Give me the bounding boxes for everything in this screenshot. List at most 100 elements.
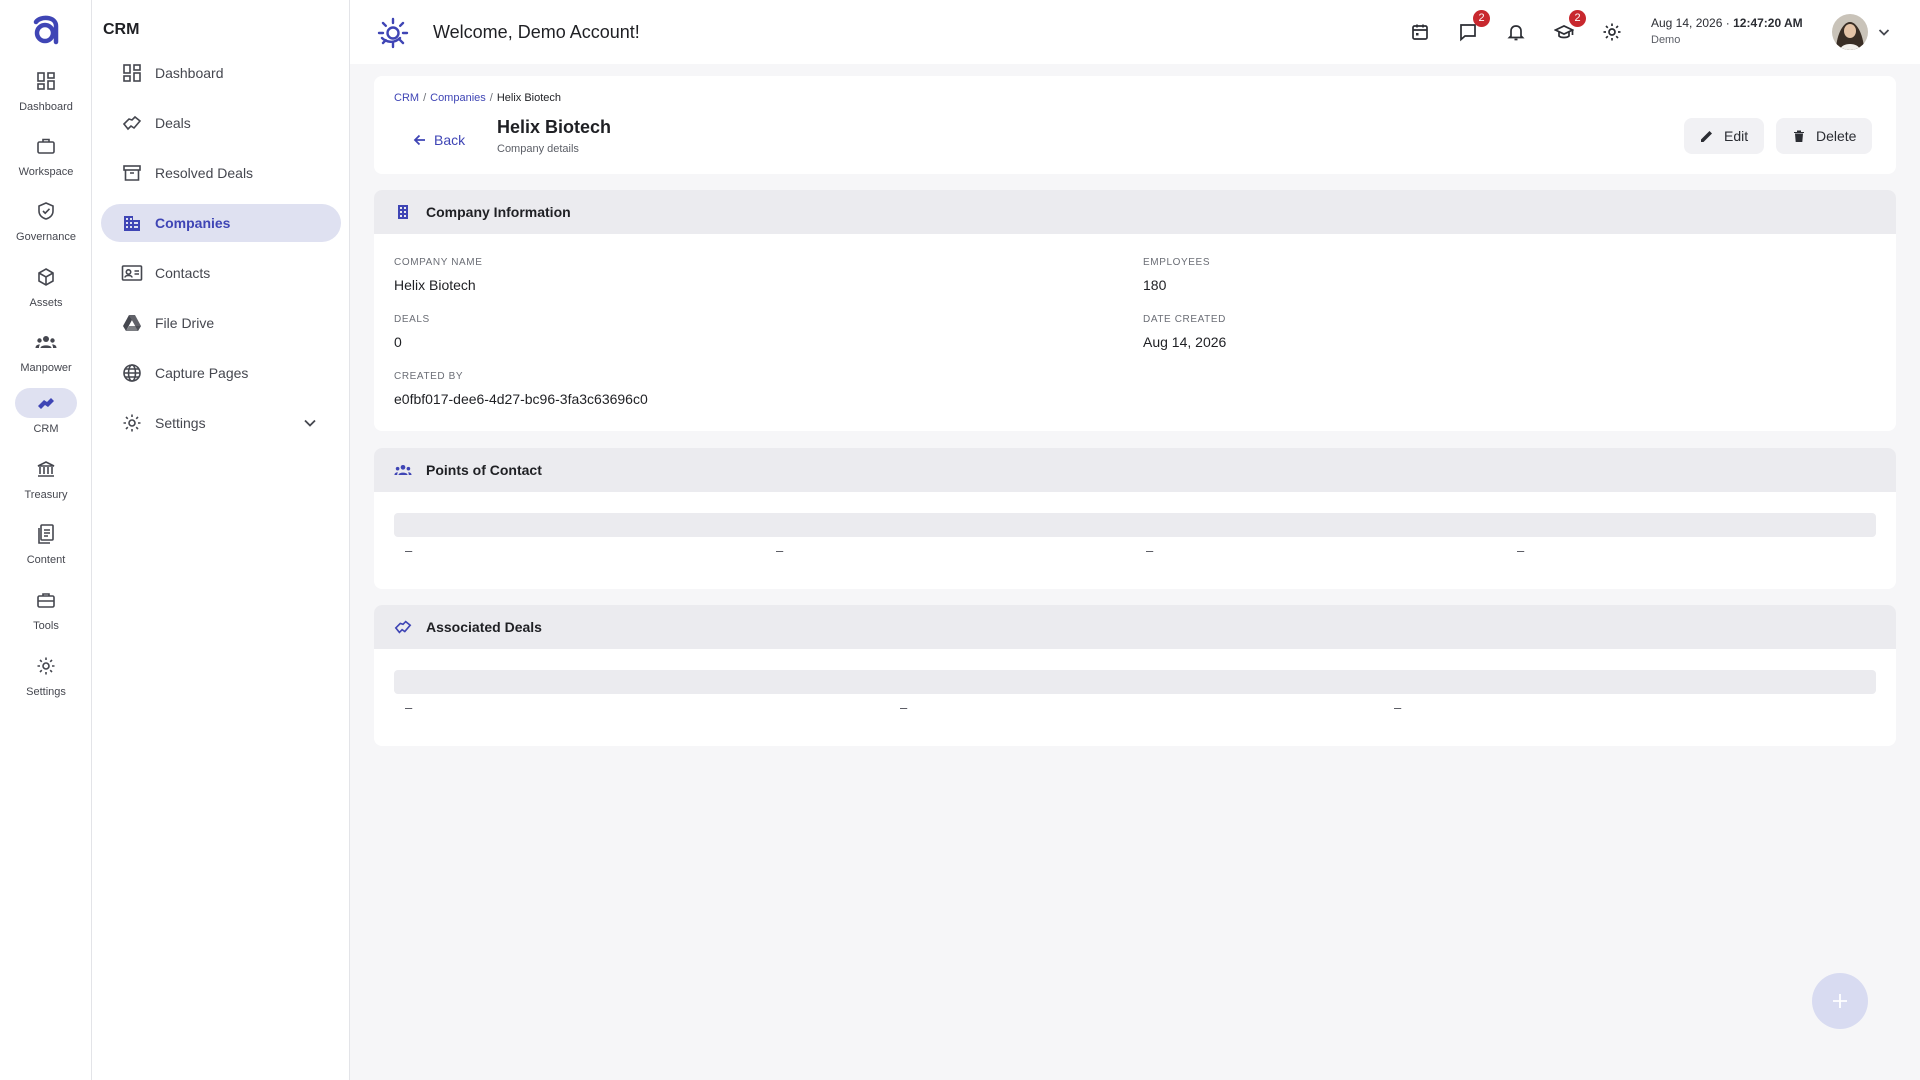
rail-item-content[interactable]: Content [0,519,92,579]
section-header: Company Information [374,190,1896,234]
handshake-icon [394,618,412,636]
calendar-button[interactable] [1406,18,1434,46]
rail-item-dashboard[interactable]: Dashboard [0,66,92,126]
rail-item-governance[interactable]: Governance [0,196,92,256]
rail-item-manpower[interactable]: Manpower [0,327,92,387]
sidebar-item-label: Dashboard [155,65,224,81]
pencil-icon [1700,129,1714,143]
rail-label: Workspace [18,166,74,178]
sidebar-item-dashboard[interactable]: Dashboard [101,54,341,92]
current-time: 12:47:20 AM [1733,16,1803,30]
field-created-by: CREATED BY e0fbf017-dee6-4d27-bc96-3fa3c… [394,371,648,407]
rail-item-tools[interactable]: Tools [0,585,92,645]
page-subtitle: Company details [497,143,579,155]
sidebar-item-resolved-deals[interactable]: Resolved Deals [101,154,341,192]
messages-button[interactable]: 2 [1454,10,1490,46]
table-cell: – [1146,543,1154,558]
sidebar-item-contacts[interactable]: Contacts [101,254,341,292]
breadcrumb-crm[interactable]: CRM [394,92,419,104]
field-value: Helix Biotech [394,277,476,293]
breadcrumb-companies[interactable]: Companies [430,92,486,104]
rail-label: CRM [33,423,59,435]
table-header [394,513,1876,537]
section-title: Company Information [426,204,571,220]
app-rail: Dashboard Workspace Governance Assets Ma… [0,0,92,1080]
dashboard-icon [121,62,143,84]
sidebar-item-capture-pages[interactable]: Capture Pages [101,354,341,392]
rail-label: Content [26,554,66,566]
breadcrumb-current: Helix Biotech [496,92,562,104]
rail-label: Manpower [20,362,72,374]
field-value: Aug 14, 2026 [1143,334,1227,350]
learning-badge: 2 [1569,10,1586,27]
drive-icon [121,312,143,334]
sidebar-item-deals[interactable]: Deals [101,104,341,142]
chevron-down-icon[interactable] [1876,24,1892,40]
building-icon [394,203,412,221]
chevron-down-icon[interactable] [301,414,319,432]
bank-icon [15,454,77,484]
graduation-cap-icon [1554,22,1574,42]
edit-button[interactable]: Edit [1684,118,1765,154]
section-title: Associated Deals [426,619,542,635]
sidebar-item-companies[interactable]: Companies [101,204,341,242]
learning-button[interactable]: 2 [1550,10,1586,46]
sidebar-item-label: Capture Pages [155,365,249,381]
sidebar-item-label: File Drive [155,315,215,331]
sidebar-item-label: Contacts [155,265,211,281]
sidebar-item-label: Deals [155,115,191,131]
field-label: EMPLOYEES [1143,257,1211,268]
current-date: Aug 14, 2026 [1651,16,1723,30]
rail-label: Assets [29,297,63,309]
rail-item-treasury[interactable]: Treasury [0,454,92,514]
edit-label: Edit [1724,128,1749,144]
rail-item-settings[interactable]: Settings [0,651,92,711]
associated-deals-card: Associated Deals – – – [374,605,1896,746]
rail-item-workspace[interactable]: Workspace [0,131,92,191]
rail-item-assets[interactable]: Assets [0,262,92,322]
points-of-contact-card: Points of Contact – – – – [374,448,1896,589]
section-header: Points of Contact [374,448,1896,492]
building-icon [121,212,143,234]
notifications-button[interactable] [1502,18,1530,46]
cube-icon [15,262,77,292]
rail-label: Treasury [24,489,68,501]
toolbox-icon [15,585,77,615]
field-value: e0fbf017-dee6-4d27-bc96-3fa3c63696c0 [394,391,648,407]
sidebar-item-label: Settings [155,415,206,431]
add-floating-button[interactable] [1812,973,1868,1029]
chat-icon [1458,22,1478,42]
bell-icon [1506,22,1526,42]
document-icon [15,519,77,549]
breadcrumb: CRM / Companies / Helix Biotech [394,92,562,104]
settings-button[interactable] [1598,18,1626,46]
field-value: 180 [1143,277,1167,293]
field-company-name: COMPANY NAME Helix Biotech [394,257,483,293]
table-cell: – [776,543,784,558]
globe-icon [121,362,143,384]
table-cell: – [405,543,413,558]
table-cell: – [1517,543,1525,558]
sidebar-item-file-drive[interactable]: File Drive [101,304,341,342]
rail-item-crm[interactable]: CRM [0,388,92,448]
field-deals: DEALS 0 [394,314,430,350]
app-logo-icon[interactable] [28,12,64,48]
trash-icon [1792,129,1806,143]
page-title: Helix Biotech [497,117,612,137]
people-icon [394,461,412,479]
delete-button[interactable]: Delete [1776,118,1873,154]
table-cell: – [1394,700,1402,715]
crm-sidebar: CRM Dashboard Deals Resolved Deals Compa… [92,0,350,1080]
gear-icon [15,651,77,681]
back-button[interactable]: Back [404,126,473,154]
sidebar-item-settings[interactable]: Settings [101,404,341,442]
field-label: DEALS [394,314,430,325]
current-user-name: Demo [1651,34,1681,46]
gear-icon [121,412,143,434]
rail-label: Settings [26,686,66,698]
gear-icon [1602,22,1622,42]
avatar[interactable] [1832,14,1868,50]
delete-label: Delete [1816,128,1857,144]
datetime-line: Aug 14, 2026 · 12:47:20 AM [1651,16,1803,30]
datetime-display: Aug 14, 2026 · 12:47:20 AM Demo [1651,16,1803,46]
